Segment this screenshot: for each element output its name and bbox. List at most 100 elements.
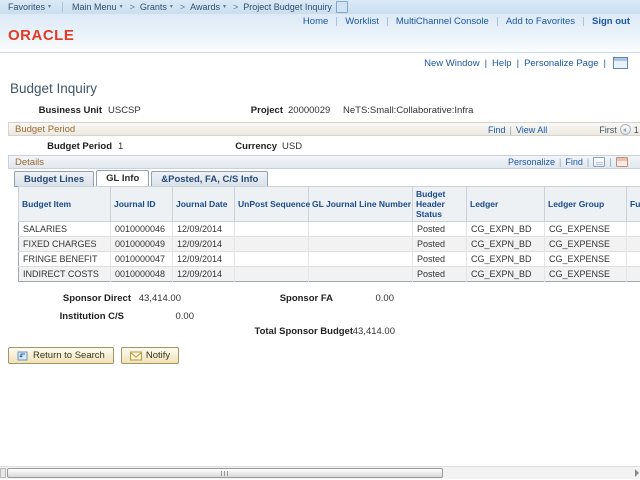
table-cell — [235, 252, 309, 267]
details-section-title: Details — [15, 157, 44, 168]
scrollbar-right-arrow[interactable] — [635, 469, 639, 477]
table-cell: Posted — [413, 267, 467, 282]
column-header: Ledger Group — [545, 187, 627, 222]
budget-period-label: Budget Period — [0, 141, 112, 152]
table-cell: CG_EXPN_BD — [467, 222, 545, 237]
table-row: FIXED CHARGES001000004912/09/2014PostedC… — [19, 237, 640, 252]
table-cell: Posted — [413, 252, 467, 267]
table-body: SALARIES001000004612/09/2014PostedCG_EXP… — [19, 222, 640, 282]
table-cell: 12/09/2014 — [173, 222, 235, 237]
project-value: 20000029 — [288, 105, 330, 116]
column-header: GL Journal Line Number — [309, 187, 413, 222]
project-description: NeTS:Small:Collaborative:Infra — [343, 105, 473, 116]
notify-envelope-icon — [130, 351, 142, 361]
details-tabs: Budget Lines GL Info &Posted, FA, C/S In… — [14, 170, 270, 187]
horizontal-scrollbar — [0, 466, 640, 479]
table-cell — [627, 222, 640, 237]
currency-label: Currency — [200, 141, 277, 152]
details-toolbar: Personalize Find Firs — [508, 157, 640, 167]
link-divider — [559, 157, 561, 167]
currency-value: USD — [282, 141, 302, 152]
scrollbar-left-arrow[interactable] — [0, 468, 6, 478]
table-cell — [235, 267, 309, 282]
scrollbar-thumb[interactable] — [7, 468, 443, 478]
project-label: Project — [200, 105, 283, 116]
return-to-search-button[interactable]: Return to Search — [8, 347, 114, 364]
previous-page-icon[interactable] — [620, 124, 631, 135]
tab-budget-lines[interactable]: Budget Lines — [14, 171, 94, 187]
table-cell — [627, 237, 640, 252]
business-unit-label: Business Unit — [0, 105, 102, 116]
column-header: UnPost Sequence — [235, 187, 309, 222]
column-header: Fundi — [627, 187, 640, 222]
table-cell: SALARIES — [19, 222, 111, 237]
notify-label: Notify — [146, 350, 170, 361]
table-cell: Posted — [413, 237, 467, 252]
table-cell: CG_EXPENSE — [545, 267, 627, 282]
find-link[interactable]: Find — [488, 125, 506, 135]
page-title: Budget Inquiry — [10, 81, 97, 96]
table-cell: Posted — [413, 222, 467, 237]
table-cell: CG_EXPN_BD — [467, 267, 545, 282]
table-cell — [309, 237, 413, 252]
table-cell: 0010000049 — [111, 237, 173, 252]
scrollbar-grip — [221, 471, 229, 476]
tab-gl-info[interactable]: GL Info — [96, 170, 149, 187]
column-header: Ledger — [467, 187, 545, 222]
download-grid-icon[interactable] — [593, 157, 605, 167]
find-link[interactable]: Find — [565, 157, 583, 167]
tab-posted-fa-cs-info[interactable]: &Posted, FA, C/S Info — [151, 171, 268, 187]
table-header-row: Budget ItemJournal IDJournal DateUnPost … — [19, 187, 640, 222]
return-to-search-label: Return to Search — [33, 350, 105, 361]
sponsor-fa-value: 0.00 — [0, 293, 394, 304]
details-grid: Budget ItemJournal IDJournal DateUnPost … — [18, 186, 640, 282]
table-cell: INDIRECT COSTS — [19, 267, 111, 282]
table-cell: 0010000047 — [111, 252, 173, 267]
institution-cs-value: 0.00 — [0, 311, 194, 322]
personalize-link[interactable]: Personalize — [508, 157, 555, 167]
zoom-grid-icon[interactable] — [616, 157, 628, 167]
table-cell — [309, 267, 413, 282]
business-unit-value: USCSP — [108, 105, 141, 116]
table-cell: 12/09/2014 — [173, 237, 235, 252]
table-row: INDIRECT COSTS001000004812/09/2014 Posted… — [19, 267, 640, 282]
table-cell: CG_EXPN_BD — [467, 237, 545, 252]
view-all-link[interactable]: View All — [516, 125, 547, 135]
budget-period-pager: Find View All First 1 o — [488, 124, 640, 135]
table-row: SALARIES001000004612/09/2014PostedCG_EXP… — [19, 222, 640, 237]
table-cell: CG_EXPENSE — [545, 222, 627, 237]
table-cell: 0010000046 — [111, 222, 173, 237]
table-cell: FRINGE BENEFIT — [19, 252, 111, 267]
table-cell: FIXED CHARGES — [19, 237, 111, 252]
budget-inquiry-screen: Favorites Main Menu Grants Awards Projec… — [0, 0, 640, 480]
action-buttons: Return to Search Notify — [8, 347, 179, 364]
table-cell: CG_EXPENSE — [545, 237, 627, 252]
column-header: Journal Date — [173, 187, 235, 222]
page-content: Budget Inquiry Business Unit USCSP Proje… — [0, 0, 640, 480]
table-cell — [309, 252, 413, 267]
table-cell — [627, 267, 640, 282]
notify-button[interactable]: Notify — [121, 347, 179, 364]
link-divider — [587, 157, 589, 167]
pager-count: 1 o — [634, 125, 640, 135]
table-cell: CG_EXPN_BD — [467, 252, 545, 267]
table-cell — [309, 222, 413, 237]
table-cell: 0010000048 — [111, 267, 173, 282]
first-label: First — [599, 125, 617, 135]
budget-period-value: 1 — [118, 141, 123, 152]
table-cell — [235, 237, 309, 252]
table-cell: 12/09/2014 — [173, 267, 235, 282]
column-header: Journal ID — [111, 187, 173, 222]
table-cell: 12/09/2014 — [173, 252, 235, 267]
budget-period-section-title: Budget Period — [15, 124, 75, 135]
table-row: FRINGE BENEFIT001000004712/09/2014 Posted… — [19, 252, 640, 267]
table-cell: CG_EXPENSE — [545, 252, 627, 267]
link-divider — [609, 157, 611, 167]
table-cell — [235, 222, 309, 237]
table-cell — [627, 252, 640, 267]
column-header: Budget Item — [19, 187, 111, 222]
return-to-search-icon — [17, 350, 29, 362]
link-divider — [510, 125, 512, 135]
total-sponsor-budget-value: 43,414.00 — [0, 326, 395, 337]
column-header: Budget Header Status — [413, 187, 467, 222]
